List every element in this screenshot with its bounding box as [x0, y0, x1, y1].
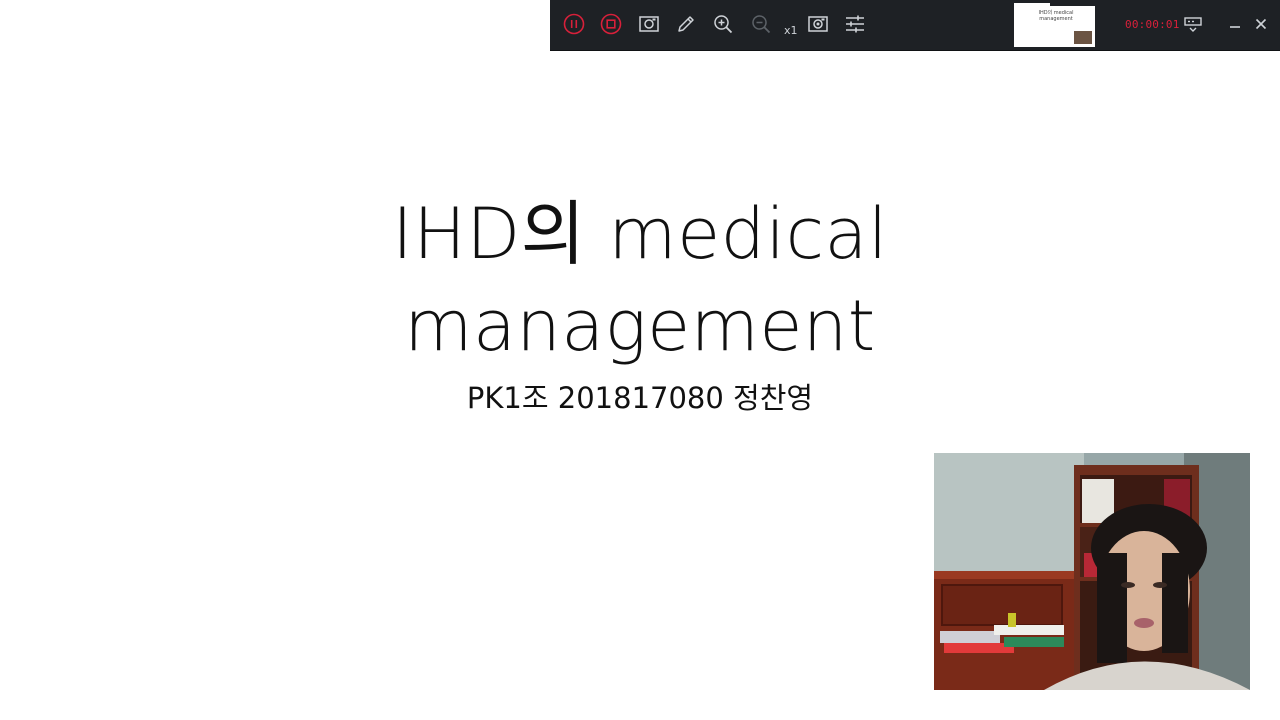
pause-icon: [563, 13, 585, 35]
slide-title: IHD의 medical management: [290, 188, 990, 372]
display-options-button[interactable]: [1179, 10, 1207, 38]
zoom-in-button[interactable]: [709, 10, 737, 38]
zoom-level-label: x1: [784, 24, 798, 37]
stop-icon: [600, 13, 622, 35]
preview-title: IHD의 medical management: [1038, 10, 1074, 22]
zoom-out-icon: [752, 15, 771, 34]
minimize-icon: [1230, 26, 1240, 28]
display-icon: [1184, 17, 1202, 32]
webcam-button[interactable]: [804, 10, 832, 38]
pause-button[interactable]: [560, 10, 588, 38]
preview-toolbar-bar: [1050, 3, 1095, 6]
zoom-out-button[interactable]: [747, 10, 775, 38]
slide-subtitle: PK1조 201817080 정찬영: [466, 381, 814, 415]
preview-webcam: [1074, 31, 1092, 44]
draw-button[interactable]: [672, 10, 700, 38]
stop-button[interactable]: [597, 10, 625, 38]
slide-title-line-1: IHD의 medical: [392, 193, 888, 275]
webcam-icon: [808, 16, 828, 32]
camera-icon: [639, 16, 659, 32]
webcam-feed-image: [934, 453, 1250, 690]
slide-title-line-2: management: [404, 285, 876, 367]
recorder-toolbar: x1 IHD의 medical management 00:00:01: [550, 0, 1280, 51]
close-button[interactable]: [1250, 12, 1272, 36]
sliders-icon: [846, 15, 864, 33]
recording-timer: 00:00:01: [1125, 18, 1180, 31]
pencil-icon: [678, 16, 694, 32]
recording-preview-thumbnail[interactable]: IHD의 medical management: [1014, 3, 1095, 47]
screenshot-button[interactable]: [635, 10, 663, 38]
settings-button[interactable]: [841, 10, 869, 38]
zoom-in-icon: [714, 15, 733, 34]
close-icon: [1255, 18, 1267, 30]
minimize-button[interactable]: [1224, 12, 1246, 36]
webcam-overlay: [934, 453, 1250, 690]
